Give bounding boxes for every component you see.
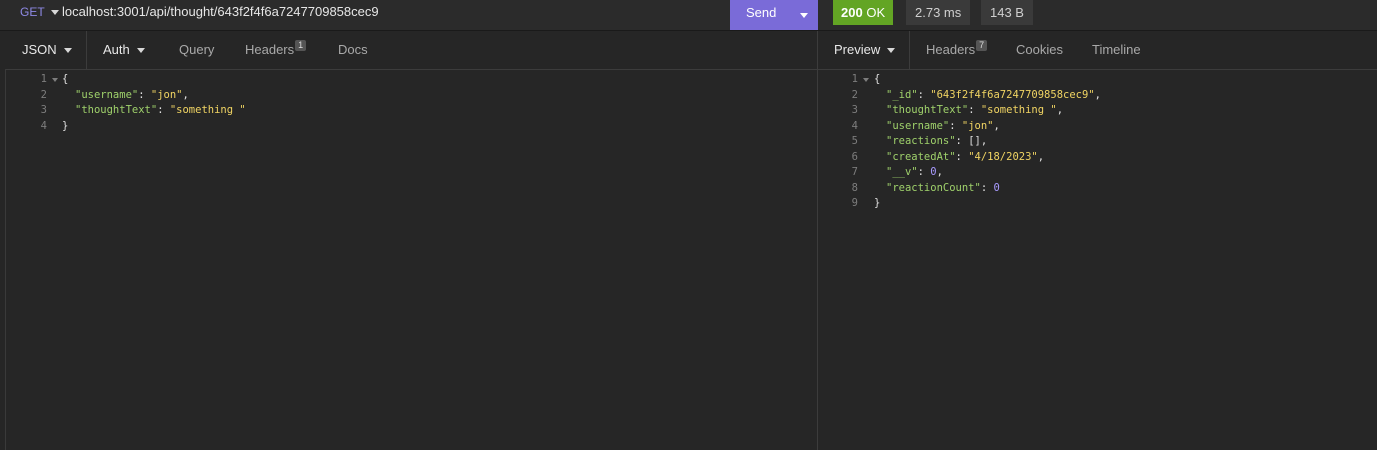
code-line: "thoughtText": "something " [75, 104, 246, 116]
tab-docs[interactable]: Docs [338, 31, 368, 69]
send-button[interactable]: Send [730, 0, 818, 30]
tab-query[interactable]: Query [179, 31, 214, 69]
line-number: 8 [851, 181, 858, 194]
tab-label: Cookies [1016, 42, 1063, 57]
line-number: 2 [40, 88, 47, 101]
url-input[interactable]: localhost:3001/api/thought/643f2f4f6a724… [62, 4, 379, 19]
chevron-down-icon [800, 12, 808, 18]
code-line: "__v": 0, [886, 166, 943, 178]
line-number: 2 [851, 88, 858, 101]
fold-icon[interactable] [52, 78, 58, 82]
url-bar: GET localhost:3001/api/thought/643f2f4f6… [0, 0, 1377, 31]
code-line: "username": "jon", [75, 88, 189, 101]
line-number: 1 [851, 73, 858, 85]
code-line: "reactions": [], [886, 135, 988, 147]
code-line: } [62, 119, 69, 132]
code-line: "thoughtText": "something ", [886, 104, 1064, 116]
response-tabbar: Preview Headers 7 Cookies Timeline [818, 31, 1377, 70]
line-number: 1 [40, 73, 47, 85]
tab-label: Docs [338, 42, 368, 57]
tab-preview[interactable]: Preview [818, 31, 910, 69]
method-selector[interactable]: GET [20, 5, 59, 19]
code-line: } [874, 197, 881, 209]
request-tabbar: JSON Auth Query Headers 1 Docs [6, 31, 817, 70]
chevron-down-icon [136, 47, 145, 53]
insomnia-client: GET localhost:3001/api/thought/643f2f4f6… [0, 0, 1377, 450]
chevron-down-icon [63, 47, 72, 53]
code-line: "username": "jon", [886, 119, 1000, 132]
tab-auth[interactable]: Auth [103, 31, 145, 69]
status-code: 200 [841, 5, 863, 20]
tab-label: Preview [834, 42, 881, 57]
code-line: { [874, 73, 881, 85]
response-preview[interactable]: 1 2 3 4 5 6 7 8 9 { "_id": "643f2f4f6a72… [818, 72, 1377, 450]
tab-label: Auth [103, 42, 130, 57]
request-body-editor[interactable]: 1 2 3 4 { "username": "jon", "thoughtTex… [0, 72, 817, 450]
line-number: 7 [851, 166, 858, 178]
line-number: 5 [851, 135, 858, 147]
chevron-down-icon [887, 47, 896, 53]
line-number: 3 [40, 104, 47, 116]
tab-label: Headers [245, 42, 295, 57]
tab-timeline[interactable]: Timeline [1092, 31, 1141, 69]
response-time-badge: 2.73 ms [906, 0, 971, 25]
tab-cookies[interactable]: Cookies [1016, 31, 1063, 69]
headers-count-badge: 1 [295, 39, 307, 51]
send-label: Send [746, 5, 777, 20]
status-badge: 200 OK [833, 0, 894, 25]
line-number: 9 [851, 197, 858, 209]
method-label: GET [20, 5, 45, 19]
send-options-dropdown[interactable] [790, 0, 818, 30]
tab-headers[interactable]: Headers 1 [245, 31, 307, 69]
line-number: 4 [40, 119, 47, 132]
line-number: 3 [851, 104, 858, 116]
response-size-badge: 143 B [981, 0, 1033, 25]
code-line: "_id": "643f2f4f6a7247709858cec9", [886, 88, 1101, 101]
fold-icon[interactable] [863, 78, 869, 82]
tab-response-headers[interactable]: Headers 7 [926, 31, 988, 69]
code-line: "reactionCount": 0 [886, 181, 1000, 194]
tab-label: Timeline [1092, 42, 1141, 57]
line-number: 6 [851, 150, 858, 163]
chevron-down-icon [50, 9, 59, 15]
headers-count-badge: 7 [976, 39, 988, 51]
code-line: "createdAt": "4/18/2023", [886, 150, 1045, 163]
tab-label: Headers [926, 42, 976, 57]
line-number: 4 [851, 119, 858, 132]
tab-label: JSON [22, 42, 57, 57]
status-text: OK [866, 5, 886, 20]
tab-body-json[interactable]: JSON [6, 31, 87, 69]
code-line: { [62, 73, 69, 85]
tab-label: Query [179, 42, 215, 57]
